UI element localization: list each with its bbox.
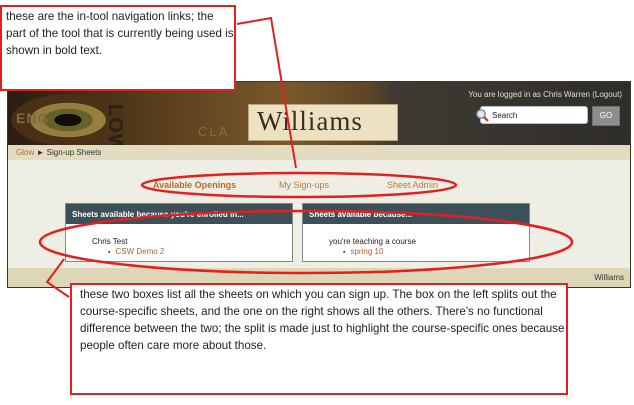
- sheet-link-csw-demo-2[interactable]: CSW Demo 2: [108, 247, 164, 256]
- panel-enrolled-title: Sheets available because you're enrolled…: [72, 210, 244, 219]
- breadcrumb-separator-icon: ►: [36, 148, 45, 157]
- footer-williams-link[interactable]: Williams: [594, 273, 624, 282]
- tab-available-openings[interactable]: Available Openings: [153, 180, 236, 190]
- sheet-link-spring-10[interactable]: spring 10: [343, 247, 383, 256]
- search-input[interactable]: Search: [480, 106, 588, 124]
- callout-navigation-text: these are the in-tool navigation links; …: [6, 10, 234, 57]
- breadcrumb-trail: Glow ► Sign-up Sheets: [16, 148, 101, 157]
- williams-logo[interactable]: Williams: [248, 104, 398, 141]
- banner-low-text: LOW: [104, 104, 126, 145]
- breadcrumb: Glow ► Sign-up Sheets: [8, 145, 630, 160]
- main-content: Available Openings My Sign-ups Sheet Adm…: [8, 160, 630, 268]
- breadcrumb-current: Sign-up Sheets: [46, 148, 102, 157]
- breadcrumb-glow-link[interactable]: Glow: [16, 148, 34, 157]
- banner-cla-text: CLA: [198, 124, 230, 139]
- logo-text: Williams: [257, 106, 363, 136]
- tab-my-sign-ups[interactable]: My Sign-ups: [279, 180, 329, 190]
- callout-sheet-boxes: these two boxes list all the sheets on w…: [70, 283, 568, 395]
- search-placeholder: Search: [492, 111, 518, 120]
- callout-sheet-boxes-text: these two boxes list all the sheets on w…: [80, 288, 565, 352]
- panel-other: Sheets available because... you're teach…: [302, 203, 530, 262]
- banner-eye-text: ENG: [16, 110, 50, 126]
- panel-other-header: Sheets available because...: [303, 204, 529, 224]
- tab-sheet-admin[interactable]: Sheet Admin: [387, 180, 438, 190]
- callout-navigation-links: these are the in-tool navigation links; …: [0, 5, 236, 91]
- go-button[interactable]: GO: [592, 106, 620, 126]
- search-icon[interactable]: [475, 108, 489, 122]
- banner: ENG LOW CLA Williams You are logged in a…: [8, 82, 630, 145]
- panel-enrolled-header: Sheets available because you're enrolled…: [66, 204, 292, 224]
- panel-other-group: you're teaching a course: [329, 237, 416, 246]
- app-window: ENG LOW CLA Williams You are logged in a…: [7, 81, 631, 288]
- panel-enrolled-group: Chris Test: [92, 237, 128, 246]
- panel-other-title: Sheets available because...: [309, 210, 413, 219]
- panel-enrolled: Sheets available because you're enrolled…: [65, 203, 293, 262]
- login-status: You are logged in as Chris Warren (Logou…: [468, 90, 622, 99]
